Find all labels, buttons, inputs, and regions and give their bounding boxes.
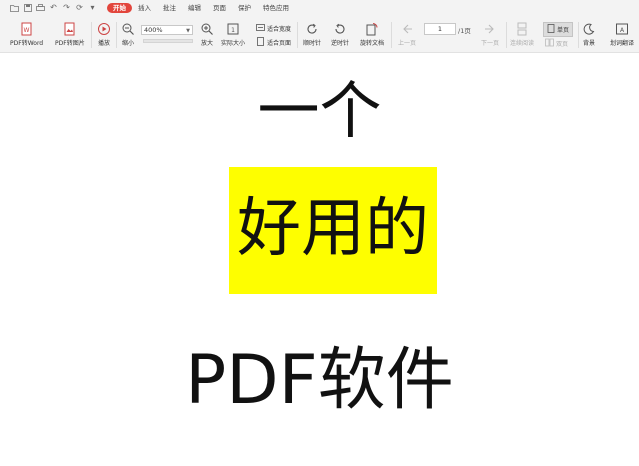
fit-page-button[interactable]: 适合页面 xyxy=(256,37,291,48)
ribbon-toolbar: W PDF转Word PDF转图片 播放 缩小 400% ▼ 放大 1 实际大小… xyxy=(0,16,639,53)
redo-icon[interactable]: ↷ xyxy=(62,4,71,13)
menu-tabs: 开始 插入 批注 编辑 页面 保护 特色应用 xyxy=(107,3,295,13)
single-page-button[interactable]: 单页 xyxy=(543,22,574,37)
rotate-clockwise-button[interactable]: 顺时针 xyxy=(303,22,321,47)
refresh-icon[interactable]: ⟳ xyxy=(75,4,84,13)
pdf-to-word-button[interactable]: W PDF转Word xyxy=(10,22,43,47)
next-page-button[interactable]: 下一页 xyxy=(481,22,499,47)
rotate-counterclockwise-label: 逆时针 xyxy=(331,40,350,47)
rotate-document-label: 旋转文档 xyxy=(360,40,385,47)
tab-home[interactable]: 开始 xyxy=(107,3,132,13)
rotate-clockwise-icon xyxy=(305,22,319,36)
tab-protect[interactable]: 保护 xyxy=(232,3,257,13)
save-icon[interactable] xyxy=(23,4,32,13)
page-number-input[interactable]: 1 xyxy=(424,23,456,35)
zoom-out-button[interactable]: 缩小 xyxy=(121,22,135,47)
play-button[interactable]: 播放 xyxy=(97,22,111,47)
moon-icon xyxy=(582,22,596,36)
zoom-slider[interactable] xyxy=(143,39,193,43)
zoom-level-value: 400% xyxy=(144,26,163,34)
document-page: 一个 好用的 PDF软件 xyxy=(0,53,639,466)
translate-label: 划词翻译 xyxy=(610,40,635,47)
zoom-level-select[interactable]: 400% ▼ xyxy=(141,25,193,35)
separator xyxy=(91,22,92,48)
continuous-read-label: 连续阅读 xyxy=(510,40,535,47)
fit-page-label: 适合页面 xyxy=(267,40,292,47)
title-bar: ↶ ↷ ⟳ ▾ 开始 插入 批注 编辑 页面 保护 特色应用 xyxy=(0,0,639,16)
arrow-left-icon xyxy=(400,22,414,36)
svg-text:W: W xyxy=(23,27,29,34)
tab-edit[interactable]: 编辑 xyxy=(182,3,207,13)
pdf-to-image-label: PDF转图片 xyxy=(55,40,85,47)
separator xyxy=(116,22,117,48)
fit-width-icon xyxy=(256,23,265,34)
actual-size-icon: 1 xyxy=(226,22,240,36)
svg-text:1: 1 xyxy=(231,27,235,34)
two-page-label: 双页 xyxy=(556,41,569,48)
separator xyxy=(391,22,392,48)
zoom-in-label: 放大 xyxy=(200,40,213,47)
fit-width-button[interactable]: 适合宽度 xyxy=(256,23,291,34)
prev-page-label: 上一页 xyxy=(398,40,417,47)
arrow-right-icon xyxy=(483,22,497,36)
rotate-document-icon xyxy=(365,22,379,36)
separator xyxy=(578,22,579,48)
pdf-to-word-label: PDF转Word xyxy=(10,40,44,47)
play-label: 播放 xyxy=(97,40,110,47)
background-label: 背景 xyxy=(582,40,595,47)
continuous-read-button[interactable]: 连续阅读 xyxy=(510,22,534,47)
folder-icon[interactable] xyxy=(10,4,19,13)
tab-annotate[interactable]: 批注 xyxy=(157,3,182,13)
rotate-counterclockwise-button[interactable]: 逆时针 xyxy=(331,22,349,47)
next-page-label: 下一页 xyxy=(481,40,500,47)
single-page-label: 单页 xyxy=(557,27,570,34)
translate-button[interactable]: A 划词翻译 xyxy=(610,22,634,47)
pdf-to-word-icon: W xyxy=(20,22,34,36)
chevron-down-icon: ▼ xyxy=(186,28,190,34)
pdf-to-image-button[interactable]: PDF转图片 xyxy=(55,22,85,47)
prev-page-button[interactable]: 上一页 xyxy=(398,22,416,47)
document-heading-line3: PDF软件 xyxy=(185,341,454,420)
svg-text:A: A xyxy=(620,27,625,34)
zoom-out-label: 缩小 xyxy=(121,40,134,47)
fit-width-label: 适合宽度 xyxy=(267,26,292,33)
single-page-icon xyxy=(547,24,555,35)
continuous-read-icon xyxy=(515,22,529,36)
zoom-in-button[interactable]: 放大 xyxy=(200,22,214,47)
document-heading-line1: 一个 xyxy=(257,74,382,147)
actual-size-button[interactable]: 1 实际大小 xyxy=(221,22,245,47)
tab-page[interactable]: 页面 xyxy=(207,3,232,13)
undo-icon[interactable]: ↶ xyxy=(49,4,58,13)
fit-page-icon xyxy=(256,37,265,48)
two-page-icon xyxy=(545,38,554,49)
rotate-clockwise-label: 顺时针 xyxy=(303,40,322,47)
document-heading-line2: 好用的 xyxy=(237,192,429,266)
print-icon[interactable] xyxy=(36,4,45,13)
translate-icon: A xyxy=(615,22,629,36)
zoom-out-icon xyxy=(121,22,135,36)
tab-insert[interactable]: 插入 xyxy=(132,3,157,13)
separator xyxy=(506,22,507,48)
actual-size-label: 实际大小 xyxy=(221,40,246,47)
dropdown-icon[interactable]: ▾ xyxy=(88,4,97,13)
two-page-button[interactable]: 双页 xyxy=(545,38,568,49)
play-icon xyxy=(97,22,111,36)
separator xyxy=(297,22,298,48)
tab-features[interactable]: 特色应用 xyxy=(257,3,295,13)
rotate-counterclockwise-icon xyxy=(333,22,347,36)
background-button[interactable]: 背景 xyxy=(582,22,596,47)
pdf-to-image-icon xyxy=(63,22,77,36)
quick-access-toolbar: ↶ ↷ ⟳ ▾ xyxy=(0,4,97,13)
rotate-document-button[interactable]: 旋转文档 xyxy=(360,22,384,47)
page-total-label: /1页 xyxy=(458,27,471,35)
zoom-in-icon xyxy=(200,22,214,36)
